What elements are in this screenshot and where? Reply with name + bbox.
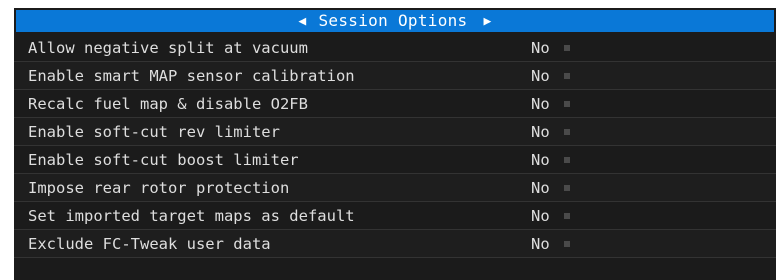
option-toggle-indicator[interactable] xyxy=(564,72,570,79)
option-value[interactable]: No xyxy=(531,151,550,169)
option-label: Enable soft-cut rev limiter xyxy=(28,122,280,141)
option-row-soft-cut-boost-limiter[interactable]: Enable soft-cut boost limiter No xyxy=(14,146,776,174)
panel-title: Session Options xyxy=(318,11,468,30)
options-list: Allow negative split at vacuum No Enable… xyxy=(14,34,776,258)
option-row-exclude-user-data[interactable]: Exclude FC-Tweak user data No xyxy=(14,230,776,258)
option-toggle-indicator[interactable] xyxy=(564,100,570,107)
option-value[interactable]: No xyxy=(531,39,550,57)
option-toggle-indicator[interactable] xyxy=(564,128,570,135)
previous-page-icon[interactable]: ◀ xyxy=(298,15,306,28)
option-label: Set imported target maps as default xyxy=(28,206,355,225)
option-value[interactable]: No xyxy=(531,67,550,85)
option-label: Enable soft-cut boost limiter xyxy=(28,150,299,169)
option-toggle-indicator[interactable] xyxy=(564,184,570,191)
option-row-negative-split[interactable]: Allow negative split at vacuum No xyxy=(14,34,776,62)
next-page-icon[interactable]: ▶ xyxy=(484,15,492,28)
option-label: Impose rear rotor protection xyxy=(28,178,290,197)
session-options-header: ◀ Session Options ▶ xyxy=(16,10,774,32)
option-value[interactable]: No xyxy=(531,179,550,197)
option-row-recalc-fuel-map[interactable]: Recalc fuel map & disable O2FB No xyxy=(14,90,776,118)
session-options-panel: ◀ Session Options ▶ Allow negative split… xyxy=(14,8,776,280)
option-row-soft-cut-rev-limiter[interactable]: Enable soft-cut rev limiter No xyxy=(14,118,776,146)
option-toggle-indicator[interactable] xyxy=(564,212,570,219)
option-value[interactable]: No xyxy=(531,235,550,253)
option-value[interactable]: No xyxy=(531,95,550,113)
option-row-imported-target-maps[interactable]: Set imported target maps as default No xyxy=(14,202,776,230)
option-label: Allow negative split at vacuum xyxy=(28,38,308,57)
option-label: Enable smart MAP sensor calibration xyxy=(28,66,355,85)
option-value[interactable]: No xyxy=(531,123,550,141)
option-toggle-indicator[interactable] xyxy=(564,44,570,51)
option-value[interactable]: No xyxy=(531,207,550,225)
option-label: Exclude FC-Tweak user data xyxy=(28,234,271,253)
option-label: Recalc fuel map & disable O2FB xyxy=(28,94,308,113)
option-toggle-indicator[interactable] xyxy=(564,240,570,247)
option-row-rear-rotor-protection[interactable]: Impose rear rotor protection No xyxy=(14,174,776,202)
option-toggle-indicator[interactable] xyxy=(564,156,570,163)
option-row-smart-map-calibration[interactable]: Enable smart MAP sensor calibration No xyxy=(14,62,776,90)
